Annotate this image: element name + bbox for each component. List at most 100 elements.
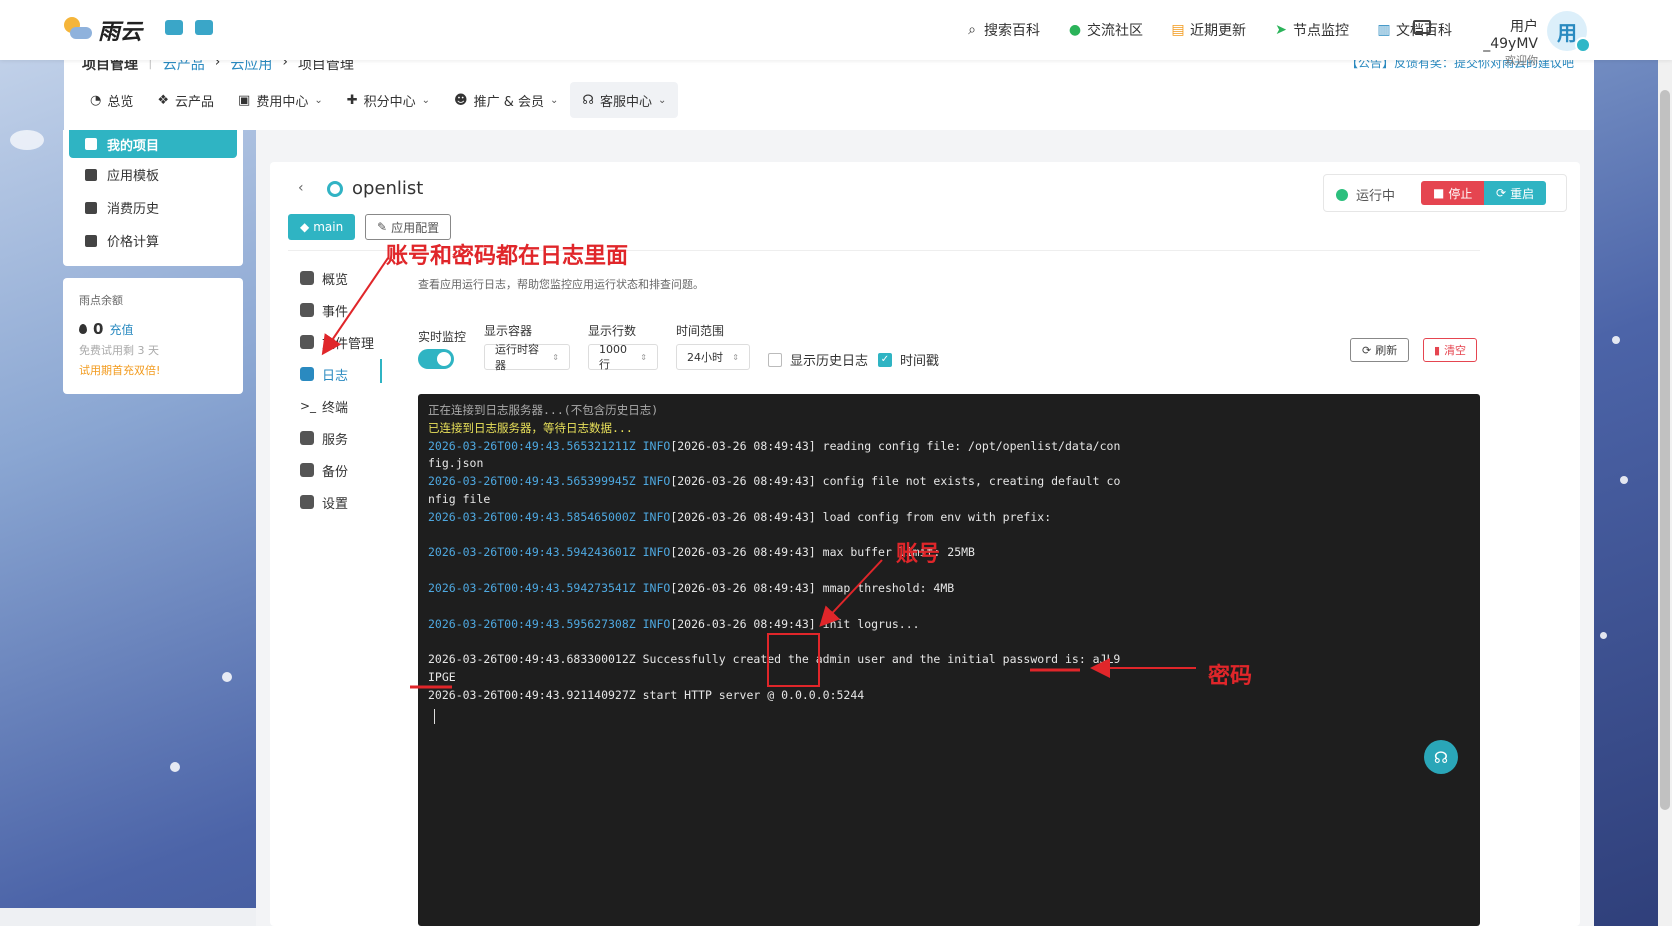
nav-label: 节点监控: [1293, 23, 1349, 39]
cube-icon: ◆: [300, 220, 310, 234]
mail-icon[interactable]: [1413, 20, 1431, 34]
menu-label: 云产品: [175, 94, 215, 110]
sidebar-item-label: 消费历史: [107, 202, 160, 217]
log-line: [428, 562, 1470, 580]
user-info[interactable]: 用户_49yMV 欢迎你: [1460, 16, 1538, 68]
folder-open-icon: [300, 335, 314, 349]
menu-overview[interactable]: ◔ 总览: [78, 82, 145, 118]
menu-support[interactable]: ☊ 客服中心 ⌄: [570, 82, 679, 118]
log-line: 2026-03-26T00:49:43.594273541Z INFO[2026…: [428, 580, 1470, 598]
headset-icon[interactable]: ☊: [1424, 740, 1458, 774]
range-select[interactable]: 24小时 ⇕: [676, 344, 750, 370]
log-timestamp: 2026-03-26T00:49:43.565321211Z INFO: [428, 438, 671, 453]
nav-search-wiki[interactable]: ⌕ 搜索百科: [965, 20, 1040, 40]
log-line: IPGE: [428, 669, 1470, 687]
page-scrollbar[interactable]: [1658, 60, 1672, 926]
dashboard-icon: ◔: [90, 92, 102, 108]
tab-terminal[interactable]: >_ 终端: [300, 390, 400, 422]
app-config-button[interactable]: ✎ 应用配置: [365, 214, 452, 240]
image-icon[interactable]: [165, 20, 183, 35]
active-tab-indicator: [380, 359, 382, 383]
sidebar-item-pricing[interactable]: 价格计算: [63, 224, 243, 257]
brand-logo[interactable]: 雨云: [62, 14, 142, 46]
menu-label: 客服中心: [599, 94, 652, 110]
scrollbar-thumb[interactable]: [1660, 90, 1670, 810]
log-line: [428, 527, 1470, 545]
log-line: 2026-03-26T00:49:43.565399945Z INFO[2026…: [428, 473, 1470, 491]
menu-points[interactable]: ✚ 积分中心 ⌄: [335, 82, 442, 118]
recharge-link[interactable]: 充值: [109, 321, 133, 338]
log-text: [2026-03-26 08:49:43] load config from e…: [670, 509, 1052, 524]
log-text: 已连接到日志服务器，等待日志数据...: [428, 420, 633, 435]
file-icon: [85, 168, 97, 181]
log-console[interactable]: 正在连接到日志服务器...(不包含历史日志) 已连接到日志服务器，等待日志数据..…: [418, 394, 1480, 926]
check-icon[interactable]: ✓: [878, 352, 892, 367]
realtime-toggle[interactable]: [418, 349, 454, 369]
stop-label: 停止: [1448, 186, 1473, 201]
range-label: 时间范围: [676, 324, 725, 338]
log-line: 2026-03-26T00:49:43.683300012Z Successfu…: [428, 651, 1470, 669]
menu-cloud-products[interactable]: ❖ 云产品: [145, 82, 226, 118]
money-icon: ▣: [238, 92, 251, 108]
tab-settings[interactable]: 设置: [300, 486, 400, 518]
folder-icon: [85, 138, 97, 150]
snowflake-decoration: [222, 672, 232, 682]
user-name: 用户_49yMV: [1483, 19, 1538, 52]
tab-overview[interactable]: 概览: [300, 262, 400, 294]
branch-label: main: [313, 220, 344, 234]
container-select[interactable]: 运行时容器 ⇕: [484, 343, 570, 372]
balance-title: 雨点余额: [79, 294, 123, 307]
branch-button[interactable]: ◆ main: [288, 214, 356, 240]
rows-select[interactable]: 1000行 ⇕: [588, 343, 658, 371]
menu-billing[interactable]: ▣ 费用中心 ⌄: [226, 82, 335, 118]
app-nav: 概览 事件 文件管理 日志 >_ 终端 服务 备份 设置: [300, 262, 400, 518]
chat-badge-icon: [1575, 37, 1591, 53]
stop-button[interactable]: ■ 停止: [1421, 181, 1485, 205]
refresh-button[interactable]: ⟳ 刷新: [1350, 338, 1410, 362]
cubes-icon: ❖: [157, 92, 170, 108]
log-text: IPGE: [428, 669, 456, 684]
menu-label: 推广 & 会员: [473, 94, 545, 110]
restart-button[interactable]: ⟳ 重启: [1484, 181, 1547, 205]
avatar[interactable]: 用: [1547, 11, 1591, 53]
log-timestamp: 2026-03-26T00:49:43.594243601Z INFO: [428, 545, 671, 560]
timestamp-checkbox[interactable]: ✓ 时间戳: [878, 350, 939, 369]
trial-remaining: 免费试用剩 3 天: [79, 344, 159, 357]
sidebar-item-my-projects[interactable]: 我的项目: [69, 130, 237, 158]
log-timestamp: 2026-03-26T00:49:43.594273541Z INFO: [428, 580, 671, 595]
log-text: [2026-03-26 08:49:43] max buffer limit: …: [670, 545, 975, 560]
tab-events[interactable]: 事件: [300, 294, 400, 326]
tab-files[interactable]: 文件管理: [300, 326, 400, 358]
chevron-left-icon[interactable]: ‹: [298, 180, 304, 196]
avatar-text: 用: [1557, 20, 1577, 45]
nav-updates[interactable]: ▤ 近期更新: [1171, 20, 1246, 40]
tab-backup[interactable]: 备份: [300, 454, 400, 486]
openlist-icon: [327, 181, 343, 197]
log-line: [428, 633, 1470, 651]
tab-logs[interactable]: 日志: [300, 358, 400, 390]
sidebar-item-label: 应用模板: [107, 169, 160, 184]
history-checkbox-box[interactable]: [768, 352, 782, 367]
clear-button[interactable]: ▮ 清空: [1423, 338, 1478, 362]
menu-promotion[interactable]: ☻ 推广 & 会员 ⌄: [442, 82, 570, 118]
sidebar-item-templates[interactable]: 应用模板: [63, 158, 243, 191]
tab-services[interactable]: 服务: [300, 422, 400, 454]
translate-icon[interactable]: [195, 20, 213, 35]
user-welcome: 欢迎你: [1505, 54, 1538, 67]
search-icon: ⌕: [968, 22, 976, 38]
chevron-down-icon: ⌄: [421, 94, 431, 106]
log-text: [2026-03-26 08:49:43] init logrus...: [670, 616, 920, 631]
nav-community[interactable]: ● 交流社区: [1068, 20, 1143, 40]
calendar-icon: [300, 303, 314, 317]
history-checkbox[interactable]: 显示历史日志: [768, 350, 868, 369]
menu-label: 总览: [107, 94, 134, 110]
log-timestamp: 2026-03-26T00:49:43.585465000Z INFO: [428, 509, 671, 524]
footer-strip: [0, 908, 256, 926]
brand-name: 雨云: [98, 20, 143, 45]
log-timestamp: 2026-03-26T00:49:43.565399945Z INFO: [428, 474, 671, 489]
sidebar-item-history[interactable]: 消费历史: [63, 191, 243, 224]
menu-label: 积分中心: [363, 94, 416, 110]
nav-node-monitor[interactable]: ➤ 节点监控: [1274, 20, 1349, 40]
app-config-label: 应用配置: [391, 220, 440, 235]
